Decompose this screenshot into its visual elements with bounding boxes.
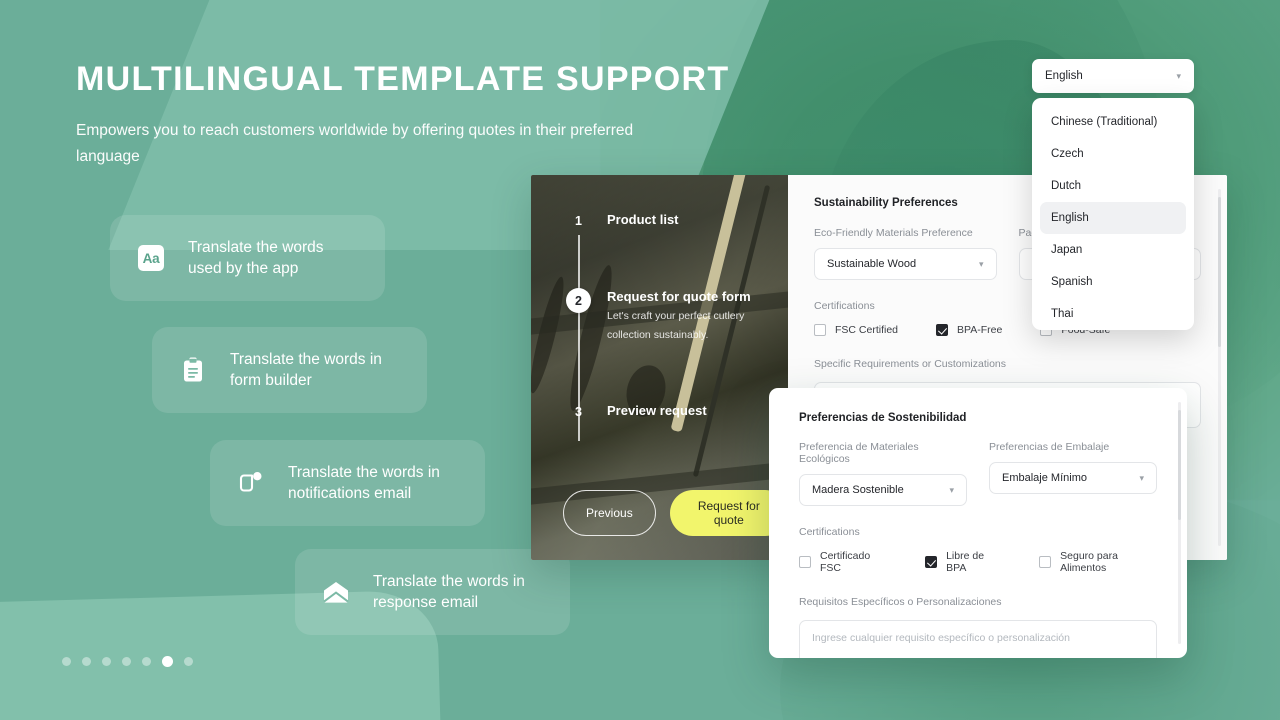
requirements-label: Specific Requirements or Customizations [814, 358, 1006, 370]
quote-form-panel-spanish: Preferencias de Sostenibilidad Preferenc… [769, 388, 1187, 658]
feature-card-response-email: Translate the words in response email [295, 549, 570, 635]
language-dropdown-menu[interactable]: Chinese (Traditional) Czech Dutch Englis… [1032, 98, 1194, 330]
materials-select-value: Sustainable Wood [827, 258, 917, 270]
materials-select[interactable]: Madera Sostenible ▾ [799, 474, 967, 506]
checkbox-box-checked [925, 556, 938, 568]
checkbox-certificado-fsc[interactable]: Certificado FSC [799, 550, 887, 574]
packaging-field: Preferencias de Embalaje Embalaje Mínimo… [989, 441, 1157, 506]
feature-card-label: Translate the words in response email [373, 573, 525, 611]
carousel-pagination[interactable] [62, 656, 193, 667]
language-select[interactable]: English ▾ [1032, 59, 1194, 93]
packaging-select-value: Embalaje Mínimo [1002, 472, 1087, 484]
carousel-dot-active[interactable] [162, 656, 173, 667]
language-option-japan[interactable]: Japan [1040, 234, 1186, 266]
feature-card-form-builder: Translate the words in form builder [152, 327, 427, 413]
certifications-label: Certifications [799, 526, 860, 538]
language-option-dutch[interactable]: Dutch [1040, 170, 1186, 202]
language-option-thai[interactable]: Thai [1040, 298, 1186, 330]
feature-card-label: Translate the words in form builder [230, 351, 382, 389]
wizard-step-1[interactable]: 1 Product list [569, 211, 774, 230]
certifications-group: Certificado FSC Libre de BPA Seguro para… [799, 550, 1157, 574]
packaging-label: Preferencias de Embalaje [989, 441, 1110, 453]
step-number: 3 [575, 404, 582, 419]
language-select-value: English [1045, 70, 1083, 82]
page-title: MULTILINGUAL TEMPLATE SUPPORT [76, 60, 730, 98]
clipboard-icon [178, 355, 208, 385]
feature-card-app-words: Aa Translate the words used by the app [110, 215, 385, 301]
packaging-select[interactable]: Embalaje Mínimo ▾ [989, 462, 1157, 494]
step-subtitle: Let's craft your perfect cutlery collect… [607, 310, 745, 341]
materials-label: Eco-Friendly Materials Preference [814, 227, 973, 239]
text-format-icon: Aa [136, 243, 166, 273]
materials-label: Preferencia de Materiales Ecológicos [799, 441, 919, 465]
previous-button[interactable]: Previous [563, 490, 656, 536]
feature-card-label: Translate the words used by the app [188, 239, 324, 277]
language-option-english[interactable]: English [1040, 202, 1186, 234]
envelope-icon [321, 577, 351, 607]
carousel-dot[interactable] [184, 657, 193, 666]
step-title: Preview request [607, 403, 707, 418]
checkbox-box [814, 324, 826, 336]
wizard-steps: 1 Product list 2 Request for quote form … [566, 211, 774, 441]
scrollbar-thumb[interactable] [1218, 197, 1221, 347]
step-title: Product list [607, 212, 679, 227]
page-subtitle: Empowers you to reach customers worldwid… [76, 122, 634, 165]
slide-canvas: MULTILINGUAL TEMPLATE SUPPORT Empowers y… [0, 0, 1280, 720]
checkbox-label: BPA-Free [957, 324, 1003, 336]
step-number-active: 2 [566, 288, 591, 313]
checkbox-label: Seguro para Alimentos [1060, 550, 1118, 574]
carousel-dot[interactable] [62, 657, 71, 666]
checkbox-label: Libre de BPA [946, 550, 985, 574]
checkbox-seguro-para-alimentos[interactable]: Seguro para Alimentos [1039, 550, 1157, 574]
scrollbar-thumb[interactable] [1178, 410, 1181, 520]
chevron-down-icon: ▾ [978, 258, 984, 269]
wizard-step-3[interactable]: 3 Preview request [569, 402, 774, 421]
carousel-dot[interactable] [122, 657, 131, 666]
feature-card-notification-email: Translate the words in notifications ema… [210, 440, 485, 526]
materials-select-value: Madera Sostenible [812, 484, 904, 496]
language-option-chinese-traditional[interactable]: Chinese (Traditional) [1040, 106, 1186, 138]
checkbox-label: Certificado FSC [820, 550, 871, 574]
wizard-actions: Previous Request for quote [563, 490, 788, 536]
requirements-textarea[interactable]: Ingrese cualquier requisito específico o… [799, 620, 1157, 658]
step-title: Request for quote form [607, 289, 751, 304]
notification-icon [236, 468, 266, 498]
checkbox-bpa-free[interactable]: BPA-Free [936, 324, 1002, 336]
photo-utensil [531, 274, 570, 396]
chevron-down-icon: ▾ [1176, 70, 1181, 81]
step-number: 1 [575, 213, 582, 228]
checkbox-fsc-certified[interactable]: FSC Certified [814, 324, 898, 336]
form-field-row: Preferencia de Materiales Ecológicos Mad… [799, 441, 1157, 506]
wizard-step-2[interactable]: 2 Request for quote form Let's craft you… [566, 288, 774, 344]
checkbox-libre-de-bpa[interactable]: Libre de BPA [925, 550, 1001, 574]
requirements-label: Requisitos Específicos o Personalizacion… [799, 596, 1002, 608]
form-section-title: Preferencias de Sostenibilidad [799, 412, 967, 424]
checkbox-box-checked [936, 324, 949, 336]
language-option-czech[interactable]: Czech [1040, 138, 1186, 170]
materials-select[interactable]: Sustainable Wood ▾ [814, 248, 997, 280]
checkbox-box [799, 556, 811, 568]
feature-card-label: Translate the words in notifications ema… [288, 464, 440, 502]
carousel-dot[interactable] [142, 657, 151, 666]
materials-field: Eco-Friendly Materials Preference Sustai… [814, 227, 997, 280]
checkbox-label: FSC Certified [835, 324, 899, 336]
carousel-dot[interactable] [102, 657, 111, 666]
language-option-spanish[interactable]: Spanish [1040, 266, 1186, 298]
chevron-down-icon: ▾ [949, 484, 954, 495]
carousel-dot[interactable] [82, 657, 91, 666]
materials-field: Preferencia de Materiales Ecológicos Mad… [799, 441, 967, 506]
checkbox-box [1039, 556, 1052, 568]
chevron-down-icon: ▾ [1139, 472, 1144, 483]
wizard-photo-sidebar: 1 Product list 2 Request for quote form … [531, 175, 788, 560]
